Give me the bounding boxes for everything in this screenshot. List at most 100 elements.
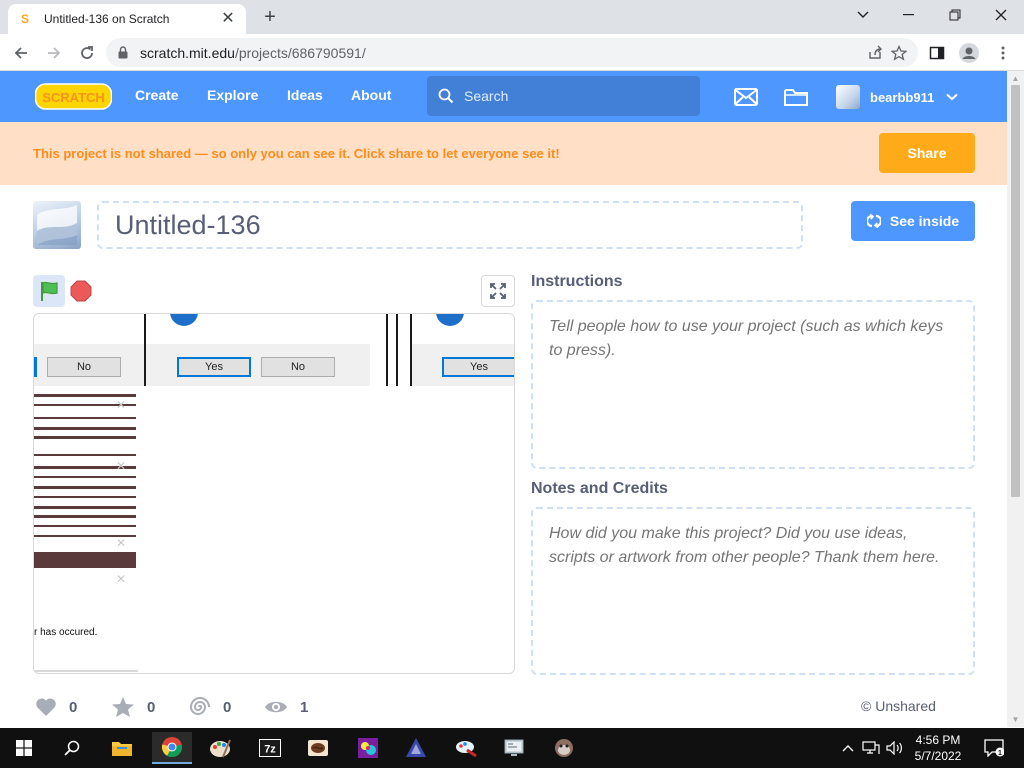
glitch-stripe: [34, 525, 136, 527]
reload-icon[interactable]: [74, 40, 100, 66]
user-menu[interactable]: bearbb911: [836, 83, 958, 111]
search-taskbar-icon[interactable]: [52, 732, 92, 764]
love-stat[interactable]: 0: [35, 695, 77, 719]
chrome-menu-icon[interactable]: [990, 40, 1016, 66]
bookmark-star-icon[interactable]: [886, 40, 912, 66]
eye-icon: [264, 699, 288, 715]
project-thumbnail: [33, 201, 81, 249]
remix-spiral-icon: [189, 696, 211, 718]
notes-heading: Notes and Credits: [531, 480, 668, 497]
glitch-stripe: [34, 417, 136, 419]
url-host: scratch.mit.edu: [140, 44, 235, 61]
triangle-app-icon[interactable]: [396, 732, 436, 764]
search-box[interactable]: [427, 76, 700, 116]
side-panel-icon[interactable]: [924, 40, 950, 66]
volume-icon[interactable]: [885, 738, 905, 758]
share-button[interactable]: Share: [879, 133, 975, 173]
remix-stat: 0: [189, 695, 231, 719]
messages-icon[interactable]: [733, 85, 759, 109]
stage-yes-button: Yes: [442, 357, 514, 377]
scroll-up-icon[interactable]: ▲: [1011, 74, 1020, 83]
share-page-icon[interactable]: [862, 40, 888, 66]
green-flag-icon: [38, 280, 60, 302]
stage-divider: [410, 314, 412, 386]
taskbar-clock[interactable]: 4:56 PM 5/7/2022: [908, 732, 968, 764]
remote-desktop-icon[interactable]: [494, 732, 534, 764]
close-icon: ✕: [116, 536, 127, 550]
forward-arrow-icon[interactable]: [41, 40, 67, 66]
address-bar[interactable]: scratch.mit.edu/projects/686790591/: [106, 38, 918, 67]
see-inside-button[interactable]: See inside: [851, 201, 975, 241]
scratch-favicon-icon: S: [20, 12, 29, 26]
stage-no-button: No: [47, 357, 121, 377]
info-icon: [170, 314, 198, 326]
stage-divider: [34, 670, 138, 672]
clock-date: 5/7/2022: [914, 749, 962, 763]
not-shared-message: This project is not shared — so only you…: [33, 146, 560, 161]
stage-divider: [386, 314, 388, 386]
profile-icon[interactable]: [956, 40, 982, 66]
notifications-icon[interactable]: 1: [982, 738, 1006, 758]
browser-toolbar: scratch.mit.edu/projects/686790591/: [0, 34, 1024, 71]
back-arrow-icon[interactable]: [8, 40, 34, 66]
minimize-icon[interactable]: [886, 0, 932, 30]
close-icon: ✕: [116, 459, 127, 473]
search-input[interactable]: [464, 88, 664, 104]
my-stuff-folder-icon[interactable]: [783, 85, 809, 109]
avatar: [836, 85, 860, 109]
nav-about[interactable]: About: [351, 87, 391, 103]
coffee-app-icon[interactable]: [298, 732, 338, 764]
close-icon: ✕: [116, 398, 127, 412]
notes-textarea[interactable]: [531, 507, 975, 675]
nav-ideas[interactable]: Ideas: [287, 87, 323, 103]
restore-icon[interactable]: [932, 0, 978, 30]
instructions-textarea[interactable]: [531, 300, 975, 469]
green-flag-button[interactable]: [33, 275, 65, 307]
stage-divider: [396, 314, 398, 386]
file-explorer-icon[interactable]: [102, 732, 142, 764]
nav-explore[interactable]: Explore: [207, 87, 258, 103]
glitch-stripe: [34, 506, 136, 509]
chrome-taskbar-icon[interactable]: [152, 732, 192, 764]
scrollbar-thumb[interactable]: [1011, 85, 1020, 497]
glitch-stripe: [34, 496, 136, 498]
close-window-icon[interactable]: [978, 0, 1024, 30]
windows-start-icon[interactable]: [4, 732, 44, 764]
stop-button[interactable]: [70, 280, 92, 302]
fullscreen-button[interactable]: [481, 275, 515, 307]
favorite-count: 0: [147, 698, 156, 716]
stage-yes-button: Yes: [177, 357, 251, 377]
new-tab-button[interactable]: +: [258, 6, 282, 28]
see-inside-label: See inside: [889, 213, 960, 229]
glitch-stripe: [34, 394, 136, 397]
remix-count: 0: [223, 698, 232, 716]
monkey-app-icon[interactable]: [544, 732, 584, 764]
search-icon: [438, 88, 454, 104]
glitch-stripe: [34, 486, 136, 489]
lock-icon: [118, 46, 132, 59]
scratch-logo[interactable]: SCRATCH: [34, 82, 113, 111]
project-stage[interactable]: No Yes No Yes ✕ ✕ ✕ ✕ r has occured.: [33, 313, 515, 674]
tab-close-icon[interactable]: ✕: [220, 11, 236, 27]
share-status: © Unshared: [861, 698, 936, 714]
paint-app-icon[interactable]: [200, 732, 240, 764]
page-scrollbar[interactable]: ▲ ▼: [1007, 71, 1024, 727]
network-icon[interactable]: [861, 738, 881, 758]
paint-brush-app-icon[interactable]: [446, 732, 486, 764]
colorful-app-icon[interactable]: [348, 732, 388, 764]
tab-search-icon[interactable]: [840, 0, 886, 30]
tray-chevron-up-icon[interactable]: [838, 738, 858, 758]
scroll-down-icon[interactable]: ▼: [1011, 715, 1020, 724]
7zip-icon[interactable]: 7z: [250, 732, 290, 764]
not-shared-banner: This project is not shared — so only you…: [0, 122, 1007, 185]
browser-tab[interactable]: S Untitled-136 on Scratch ✕: [8, 4, 246, 34]
notification-count: 1: [998, 750, 1002, 757]
fullscreen-icon: [490, 283, 506, 299]
stage-divider: [144, 314, 146, 386]
see-inside-icon: [866, 214, 881, 228]
nav-create[interactable]: Create: [135, 87, 179, 103]
glitch-stripe: [34, 454, 136, 456]
favorite-stat[interactable]: 0: [111, 695, 155, 719]
svg-text:7z: 7z: [264, 744, 276, 756]
project-title-input[interactable]: [97, 201, 803, 249]
